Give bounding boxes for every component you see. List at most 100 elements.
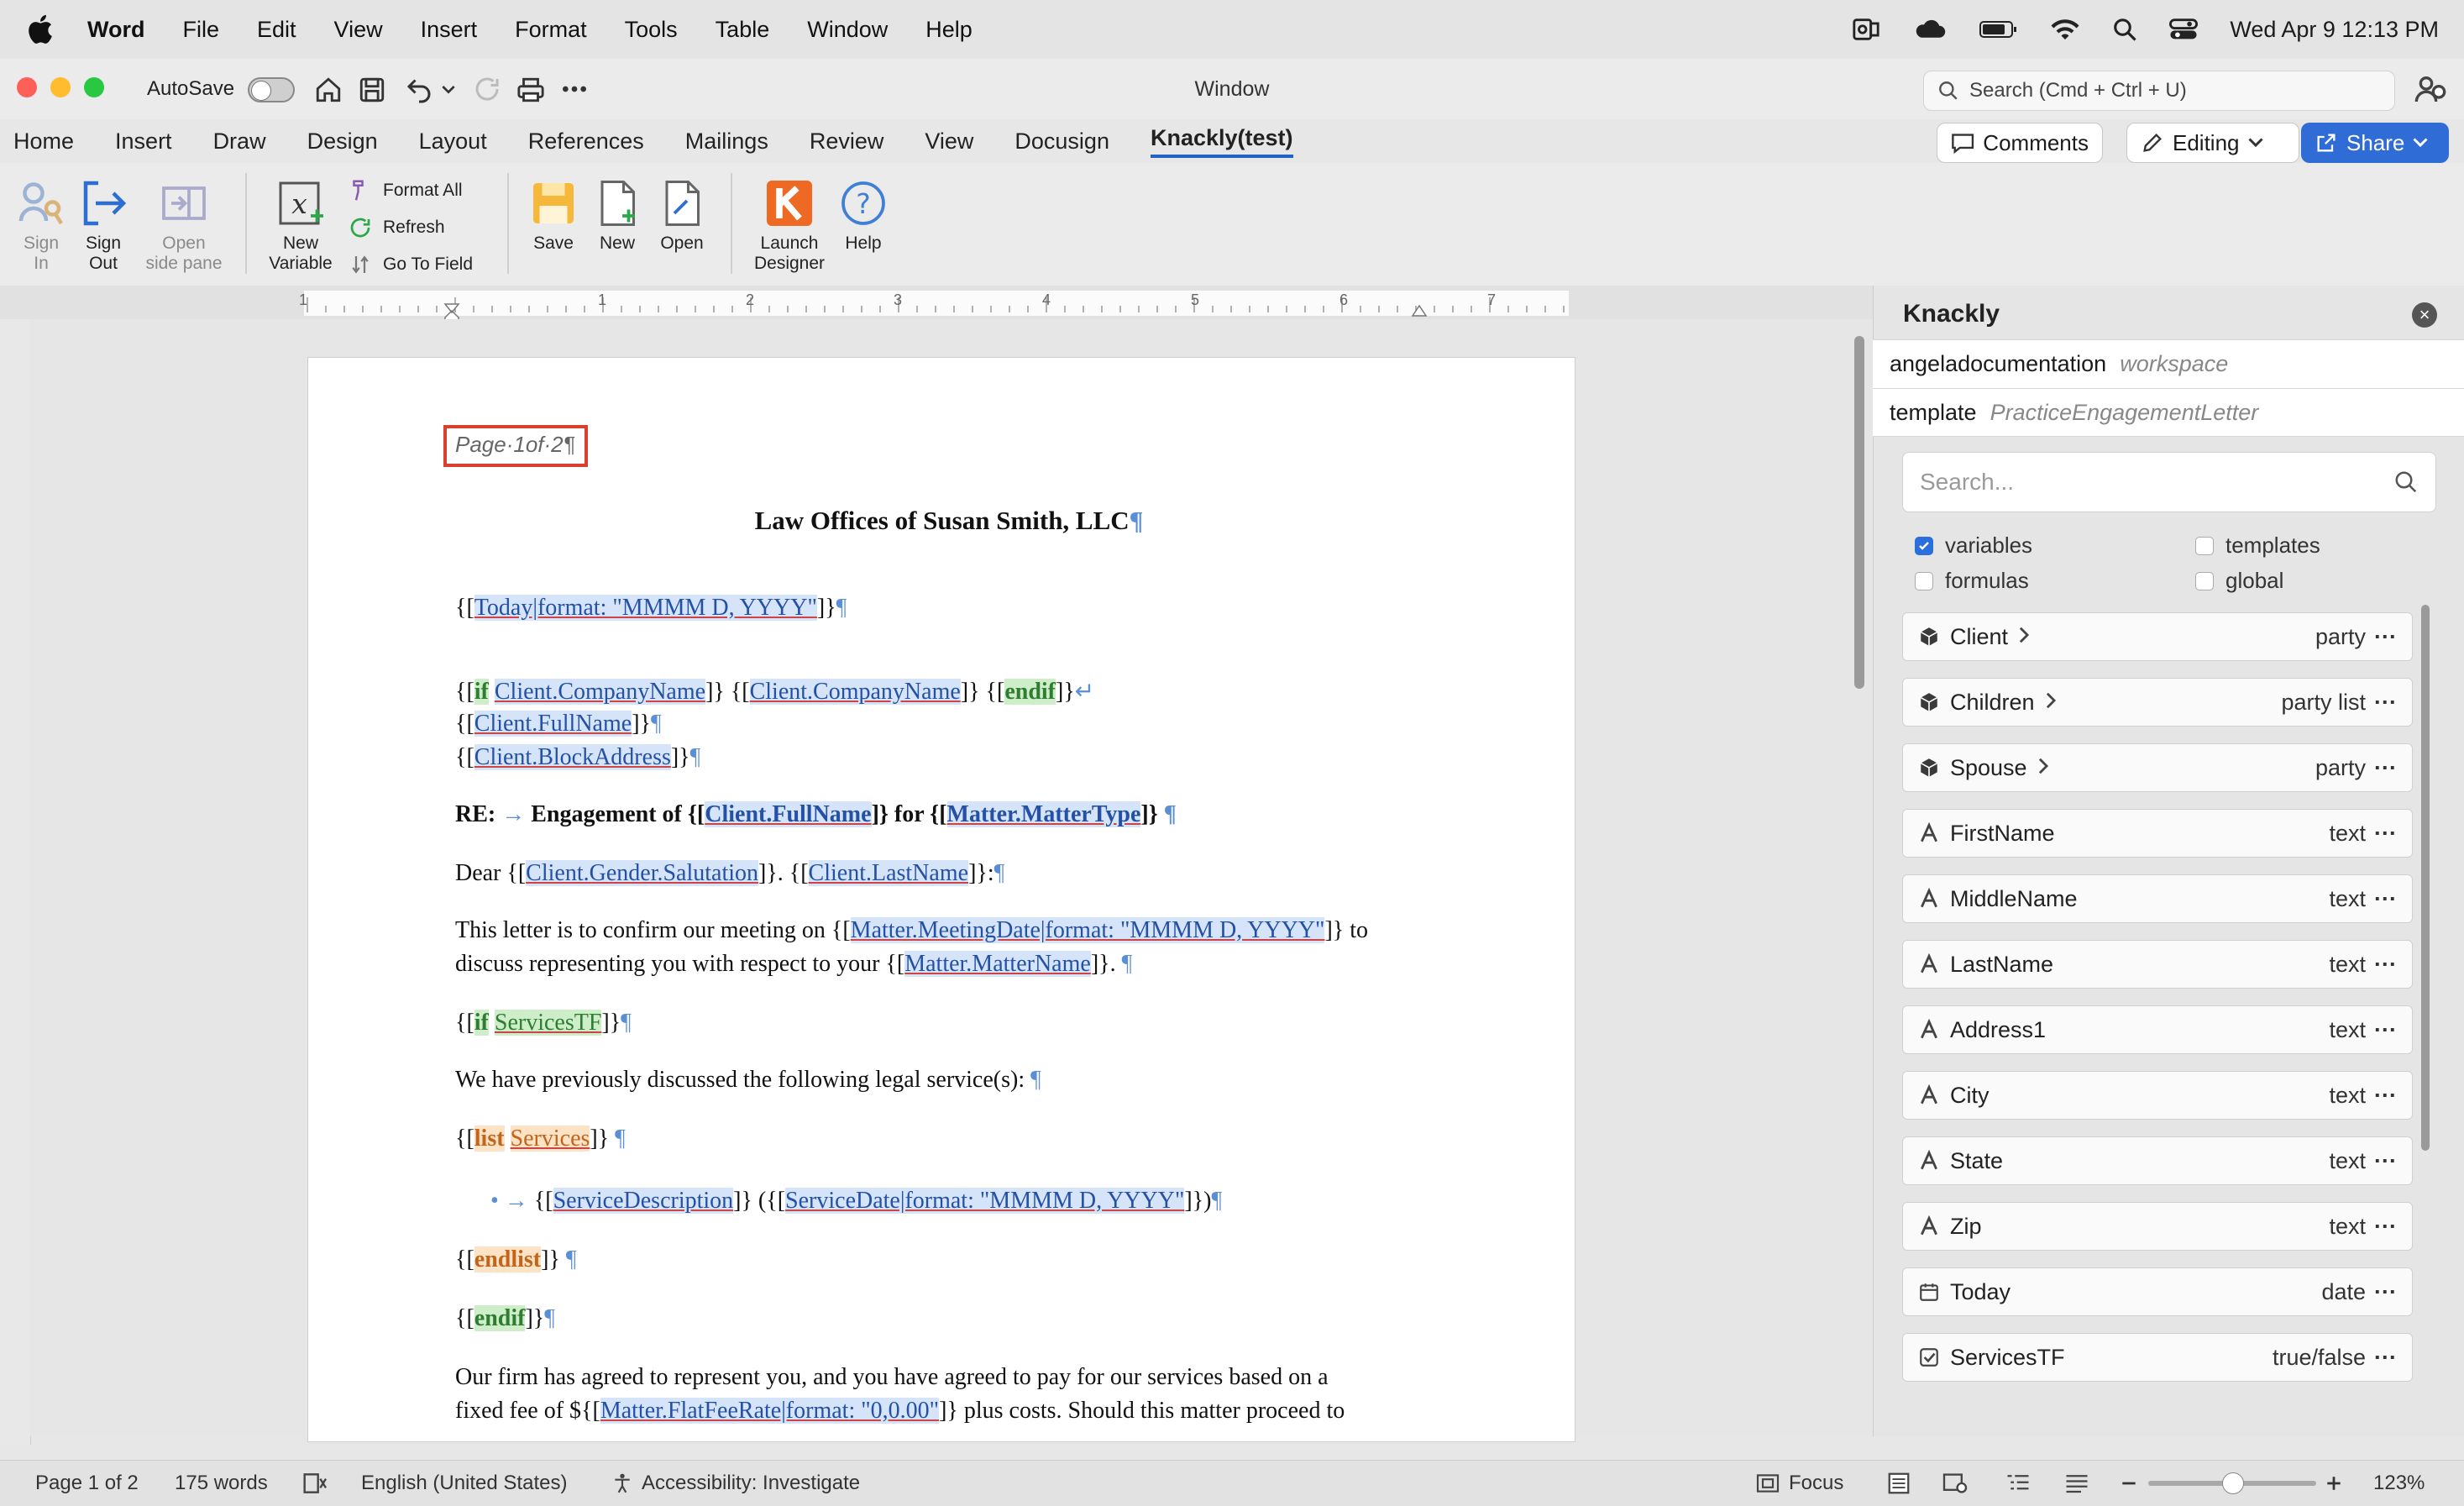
chevron-right-icon[interactable] [2045,690,2057,716]
checkbox-unchecked[interactable] [2195,536,2214,555]
variable-row-today[interactable]: Today date ··· [1902,1267,2413,1316]
blockaddress-line[interactable]: {[Client.BlockAddress]}¶ [455,744,700,771]
open-side-pane-button[interactable]: Open side pane [138,178,230,274]
document-scrollbar[interactable] [1854,336,1864,689]
language-indicator[interactable]: English (United States) [361,1472,567,1495]
more-options-icon[interactable]: ··· [2374,1279,2397,1305]
field-if-keyword[interactable]: if [474,679,489,705]
accessibility-indicator[interactable]: Accessibility: Investigate [611,1472,860,1495]
print-icon[interactable] [516,76,546,104]
variable-row-firstname[interactable]: FirstName text ··· [1902,809,2413,858]
more-options-icon[interactable]: ··· [2374,624,2397,650]
menu-edit[interactable]: Edit [257,17,296,43]
more-actions-icon[interactable] [561,84,588,94]
panel-search-input[interactable]: Search... [1902,452,2436,512]
variable-row-servicestf[interactable]: ServicesTF true/false ··· [1902,1333,2413,1382]
go-to-field-button[interactable]: Go To Field [348,252,473,277]
variable-row-middlename[interactable]: MiddleName text ··· [1902,874,2413,923]
knackly-new-button[interactable]: New [591,178,643,254]
page-count[interactable]: Page 1 of 2 [35,1472,139,1495]
knackly-open-button[interactable]: Open [655,178,709,254]
outline-view-icon[interactable] [2005,1472,2031,1494]
field-endif-keyword[interactable]: endif [474,1305,526,1331]
field-client-companyname[interactable]: Client.CompanyName [749,679,961,705]
field-client-lastname[interactable]: Client.LastName [808,860,969,886]
new-variable-button[interactable]: x New Variable [265,178,336,274]
field-matter-flatfeerate[interactable]: Matter.FlatFeeRate|format: "0,0.00" [600,1398,940,1424]
workspace-row[interactable]: angeladocumentation workspace [1873,339,2464,388]
zoom-level[interactable]: 123% [2373,1472,2425,1495]
filter-formulas-checkbox[interactable]: formulas [1915,568,2029,594]
tab-knackly[interactable]: Knackly(test) [1150,125,1293,158]
paragraph-confirm-line1[interactable]: This letter is to confirm our meeting on… [455,917,1368,944]
endlist-line[interactable]: {[endlist]} ¶ [455,1246,577,1273]
wifi-icon[interactable] [2050,17,2080,42]
share-button[interactable]: Share [2301,123,2449,163]
tab-layout[interactable]: Layout [419,129,487,155]
field-endlist-keyword[interactable]: endlist [474,1246,542,1272]
menu-insert[interactable]: Insert [421,17,478,43]
tab-insert[interactable]: Insert [115,129,172,155]
field-client-fullname[interactable]: Client.FullName [474,711,632,737]
menu-window[interactable]: Window [807,17,888,43]
web-layout-view-icon[interactable] [1942,1472,1969,1494]
draft-view-icon[interactable] [2064,1472,2089,1494]
date-line[interactable]: {[Today|format: "MMMM D, YYYY"]}¶ [455,595,847,622]
refresh-button[interactable]: Refresh [348,215,445,240]
more-options-icon[interactable]: ··· [2374,1345,2397,1371]
menu-file[interactable]: File [183,17,220,43]
chevron-right-icon[interactable] [2037,755,2049,781]
more-options-icon[interactable]: ··· [2374,1083,2397,1109]
apple-icon[interactable] [25,13,59,46]
re-line[interactable]: RE: → Engagement of {[Client.FullName]} … [455,801,1177,828]
field-endif-keyword[interactable]: endif [1004,679,1056,705]
tab-view[interactable]: View [925,129,973,155]
field-matter-mattername[interactable]: Matter.MatterName [904,951,1091,977]
spotlight-search-icon[interactable] [2112,17,2137,42]
home-icon[interactable] [314,76,343,104]
company-line[interactable]: {[if Client.CompanyName]} {[Client.Compa… [455,677,1094,706]
field-client-fullname[interactable]: Client.FullName [705,801,872,827]
comments-button[interactable]: Comments [1937,123,2103,163]
more-options-icon[interactable]: ··· [2374,755,2397,781]
paragraph-confirm-line2[interactable]: discuss representing you with respect to… [455,951,1132,978]
redo-icon[interactable] [472,74,502,104]
menu-app-word[interactable]: Word [87,17,145,43]
variable-row-address1[interactable]: Address1 text ··· [1902,1005,2413,1054]
more-options-icon[interactable]: ··· [2374,952,2397,978]
menu-format[interactable]: Format [515,17,587,43]
menu-tools[interactable]: Tools [625,17,678,43]
field-servicedescription[interactable]: ServiceDescription [553,1188,734,1214]
close-panel-button[interactable]: × [2412,302,2437,328]
proofing-icon[interactable] [302,1472,329,1495]
filter-templates-checkbox[interactable]: templates [2195,533,2320,559]
sign-out-button[interactable]: Sign Out [74,178,133,274]
control-center-icon[interactable] [2169,17,2199,42]
filter-global-checkbox[interactable]: global [2195,568,2283,594]
variable-row-client[interactable]: Client party ··· [1902,612,2413,661]
share-person-icon[interactable] [2414,72,2447,106]
field-matter-meetingdate[interactable]: Matter.MeetingDate|format: "MMMM D, YYYY… [850,917,1325,943]
field-servicestf[interactable]: ServicesTF [494,1010,602,1036]
page-number-field[interactable]: Page·1of·2¶ [455,432,575,458]
zoom-in-icon[interactable] [2325,1474,2343,1493]
zoom-out-icon[interactable] [2120,1474,2138,1493]
field-today[interactable]: Today|format: "MMMM D, YYYY" [474,595,817,621]
undo-icon[interactable] [403,74,435,104]
checkbox-unchecked[interactable] [2195,571,2214,590]
fee-paragraph-line1[interactable]: Our firm has agreed to represent you, an… [455,1364,1329,1391]
field-list-keyword[interactable]: list [474,1126,505,1152]
outlook-icon[interactable] [1852,15,1880,44]
help-button[interactable]: ? Help [836,178,890,254]
tab-draw[interactable]: Draw [213,129,266,155]
tab-mailings[interactable]: Mailings [685,129,768,155]
right-indent-marker[interactable] [1411,302,1428,317]
list-services-line[interactable]: {[list Services]} ¶ [455,1126,626,1152]
more-options-icon[interactable]: ··· [2374,1017,2397,1043]
field-client-gender-salutation[interactable]: Client.Gender.Salutation [526,860,759,886]
variable-row-lastname[interactable]: LastName text ··· [1902,940,2413,989]
vertical-ruler[interactable] [0,319,31,1445]
menu-view[interactable]: View [334,17,383,43]
panel-scrollbar[interactable] [2421,605,2430,1151]
more-options-icon[interactable]: ··· [2374,1148,2397,1174]
